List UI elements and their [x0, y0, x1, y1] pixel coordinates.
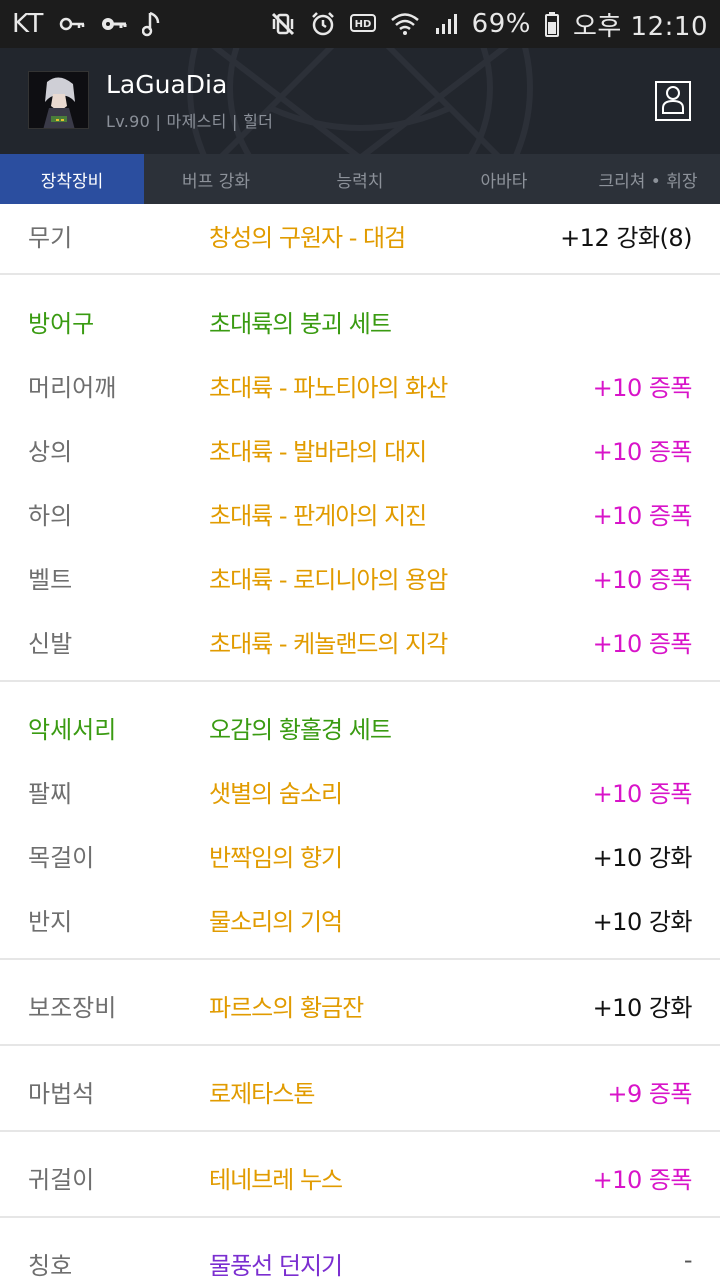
- slot-label: 무기: [28, 224, 73, 252]
- equipment-list: 무기 창성의 구원자 - 대검 +12 강화(8) 방어구 초대륙의 붕괴 세트…: [0, 204, 720, 1280]
- divider: [0, 1216, 720, 1218]
- character-name: LaGuaDia: [106, 70, 228, 99]
- divider: [0, 273, 720, 275]
- equipment-row-ring[interactable]: 반지 물소리의 기억 +10 강화: [0, 896, 720, 936]
- character-meta: Lv.90 | 마제스티 | 힐더: [106, 112, 274, 131]
- tab-buff-enhance[interactable]: 버프 강화: [144, 154, 288, 204]
- battery-icon: [544, 11, 559, 37]
- key-icon: [100, 16, 128, 32]
- amplify-value: +9 증폭: [607, 1080, 692, 1108]
- avatar[interactable]: [28, 71, 89, 129]
- equipment-row-necklace[interactable]: 목걸이 반짝임의 향기 +10 강화: [0, 832, 720, 872]
- equipment-row-title[interactable]: 칭호 물풍선 던지기 -: [0, 1240, 720, 1280]
- slot-label: 머리어깨: [28, 374, 117, 402]
- clock: 오후 12:10: [572, 11, 708, 42]
- weapon-row[interactable]: 무기 창성의 구원자 - 대검 +12 강화(8): [0, 212, 720, 252]
- accessory-set-row[interactable]: 악세서리 오감의 황홀경 세트: [0, 704, 720, 744]
- status-bar: KT HD 69% 오후 12:10: [0, 0, 720, 48]
- item-name: 초대륙 - 파노티아의 화산: [209, 374, 448, 402]
- slot-label: 귀걸이: [28, 1166, 95, 1194]
- slot-label: 보조장비: [28, 994, 117, 1022]
- slot-label: 목걸이: [28, 844, 95, 872]
- amplify-value: +10 증폭: [592, 502, 693, 530]
- equipment-row-top[interactable]: 상의 초대륙 - 발바라의 대지 +10 증폭: [0, 426, 720, 466]
- equipment-row-bracelet[interactable]: 팔찌 샛별의 숨소리 +10 증폭: [0, 768, 720, 808]
- tab-stats[interactable]: 능력치: [288, 154, 432, 204]
- equipment-row-bottom[interactable]: 하의 초대륙 - 판게아의 지진 +10 증폭: [0, 490, 720, 530]
- amplify-value: +10 증폭: [592, 566, 693, 594]
- slot-label: 반지: [28, 908, 73, 936]
- set-name: 초대륙의 붕괴 세트: [209, 310, 392, 338]
- signal-icon: [434, 12, 458, 36]
- slot-label: 벨트: [28, 566, 73, 594]
- slot-label: 팔찌: [28, 780, 73, 808]
- equipment-row-earring[interactable]: 귀걸이 테네브레 누스 +10 증폭: [0, 1154, 720, 1194]
- item-name: 초대륙 - 판게아의 지진: [209, 502, 427, 530]
- amplify-value: +10 증폭: [592, 630, 693, 658]
- divider: [0, 958, 720, 960]
- item-name: 로제타스톤: [209, 1080, 315, 1108]
- slot-label: 신발: [28, 630, 73, 658]
- amplify-value: +10 증폭: [592, 438, 693, 466]
- amplify-value: +10 증폭: [592, 1166, 693, 1194]
- enhance-value: +10 강화: [592, 908, 693, 936]
- enhance-value: +10 강화: [592, 844, 693, 872]
- divider: [0, 1044, 720, 1046]
- tab-creature-emblem[interactable]: 크리쳐 • 휘장: [576, 154, 720, 204]
- wifi-icon: [390, 12, 420, 36]
- key-outline-icon: [58, 16, 86, 32]
- slot-label: 마법석: [28, 1080, 95, 1108]
- enhance-value: +12 강화(8): [560, 224, 692, 252]
- amplify-value: +10 증폭: [592, 374, 693, 402]
- equipment-row-head-shoulder[interactable]: 머리어깨 초대륙 - 파노티아의 화산 +10 증폭: [0, 362, 720, 402]
- slot-label: 칭호: [28, 1252, 73, 1280]
- equipment-row-sub[interactable]: 보조장비 파르스의 황금잔 +10 강화: [0, 982, 720, 1022]
- divider: [0, 680, 720, 682]
- alarm-icon: [310, 11, 336, 37]
- status-bar-right: HD 69% 오후 12:10: [270, 6, 708, 43]
- item-name: 초대륙 - 발바라의 대지: [209, 438, 427, 466]
- person-icon: [661, 84, 685, 118]
- equipment-row-magic-stone[interactable]: 마법석 로제타스톤 +9 증폭: [0, 1068, 720, 1108]
- enhance-value: +10 강화: [592, 994, 693, 1022]
- tab-avatar[interactable]: 아바타: [432, 154, 576, 204]
- item-name: 창성의 구원자 - 대검: [209, 224, 406, 252]
- slot-label: 상의: [28, 438, 73, 466]
- vibrate-off-icon: [270, 11, 296, 37]
- set-name: 오감의 황홀경 세트: [209, 716, 392, 744]
- tab-equipment[interactable]: 장착장비: [0, 154, 144, 204]
- equipment-row-belt[interactable]: 벨트 초대륙 - 로디니아의 용암 +10 증폭: [0, 554, 720, 594]
- enhance-value: -: [683, 1246, 693, 1274]
- divider: [0, 1130, 720, 1132]
- profile-button[interactable]: [655, 81, 691, 121]
- slot-label: 하의: [28, 502, 73, 530]
- hd-voice-icon: HD: [349, 13, 376, 35]
- item-name: 테네브레 누스: [209, 1166, 343, 1194]
- item-name: 샛별의 숨소리: [209, 780, 343, 808]
- item-name: 반짝임의 향기: [209, 844, 343, 872]
- item-name: 초대륙 - 로디니아의 용암: [209, 566, 448, 594]
- item-name: 물소리의 기억: [209, 908, 343, 936]
- header-background-pattern: [187, 48, 533, 154]
- group-label: 악세서리: [28, 716, 117, 744]
- item-name: 파르스의 황금잔: [209, 994, 364, 1022]
- tab-bar: 장착장비 버프 강화 능력치 아바타 크리쳐 • 휘장: [0, 154, 720, 204]
- svg-text:HD: HD: [354, 19, 371, 30]
- equipment-row-shoes[interactable]: 신발 초대륙 - 케놀랜드의 지각 +10 증폭: [0, 618, 720, 658]
- music-note-icon: [141, 11, 162, 37]
- character-header: LaGuaDia Lv.90 | 마제스티 | 힐더: [0, 48, 720, 154]
- battery-percent: 69%: [471, 9, 531, 39]
- item-name: 물풍선 던지기: [209, 1252, 343, 1280]
- group-label: 방어구: [28, 310, 95, 338]
- armor-set-row[interactable]: 방어구 초대륙의 붕괴 세트: [0, 298, 720, 338]
- item-name: 초대륙 - 케놀랜드의 지각: [209, 630, 448, 658]
- carrier-label: KT: [12, 9, 44, 39]
- amplify-value: +10 증폭: [592, 780, 693, 808]
- status-bar-left: KT: [12, 9, 162, 39]
